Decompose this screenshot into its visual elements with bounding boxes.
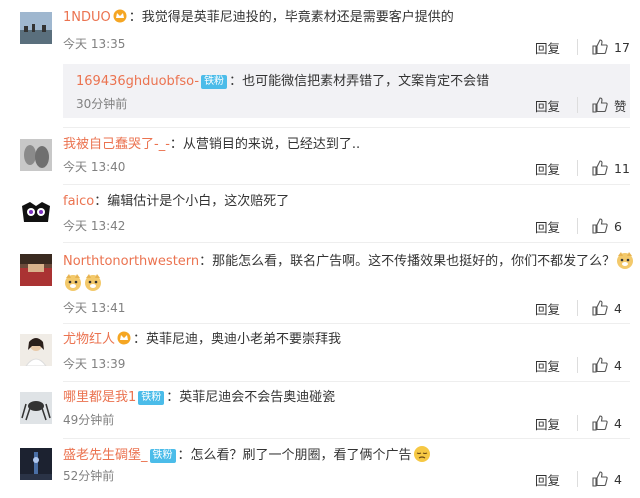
divider: [63, 184, 630, 185]
username-link[interactable]: 169436ghduobfso-: [76, 74, 199, 89]
doge-emoji-icon: [83, 272, 103, 292]
action-divider: [577, 218, 578, 234]
thumbs-up-icon: [592, 300, 608, 316]
doge-emoji-icon: [615, 250, 635, 270]
avatar[interactable]: [20, 392, 52, 424]
thumbs-up-icon: [592, 39, 608, 55]
divider: [63, 323, 630, 324]
reply-button[interactable]: 回复: [535, 217, 569, 236]
username-link[interactable]: Northtonorthwestern: [63, 254, 199, 269]
like-label: 赞: [614, 98, 627, 114]
like-button[interactable]: 11: [592, 160, 630, 176]
reply-button[interactable]: 回复: [535, 470, 569, 489]
like-count: 4: [614, 415, 622, 431]
comment-text: 那能怎么看，联名广告啊。这不传播效果也挺好的，你们不都发了么？: [212, 254, 616, 269]
separator: ：: [128, 10, 142, 25]
separator: ：: [169, 137, 183, 152]
comment-text: 编辑估计是个小白，这次赔死了: [107, 194, 290, 209]
avatar[interactable]: [20, 139, 52, 171]
divider: [63, 242, 630, 243]
reply-button[interactable]: 回复: [535, 96, 569, 115]
separator: ：: [133, 332, 147, 347]
avatar[interactable]: [20, 12, 52, 44]
username-link[interactable]: 哪里都是我1: [63, 390, 136, 405]
thumbs-up-icon: [592, 160, 608, 176]
action-divider: [577, 300, 578, 316]
thumbs-up-icon: [592, 415, 608, 431]
avatar[interactable]: [20, 334, 52, 366]
vip-crown-icon: [116, 331, 133, 345]
doge-emoji-icon: [63, 272, 83, 292]
separator: ：: [199, 254, 213, 269]
action-divider: [577, 97, 578, 113]
divider: [63, 438, 630, 439]
separator: ：: [229, 74, 243, 89]
avatar[interactable]: [20, 448, 52, 480]
reply-button[interactable]: 回复: [535, 299, 569, 318]
like-button[interactable]: 4: [592, 471, 630, 487]
separator: ：: [94, 194, 108, 209]
sleepy-emoji-icon: [412, 444, 432, 464]
reply-button[interactable]: 回复: [535, 159, 569, 178]
like-count: 6: [614, 218, 622, 234]
username-link[interactable]: 1NDUO: [63, 10, 111, 25]
thumbs-up-icon: [592, 97, 608, 113]
like-count: 11: [614, 160, 630, 176]
reply-button[interactable]: 回复: [535, 356, 569, 375]
username-link[interactable]: faico: [63, 194, 94, 209]
vip-crown-icon: [112, 9, 129, 23]
username-link[interactable]: 盛老先生碉堡_: [63, 448, 148, 463]
fan-badge: 铁粉: [149, 449, 176, 463]
avatar[interactable]: [20, 254, 52, 286]
thumbs-up-icon: [592, 471, 608, 487]
like-count: 4: [614, 357, 622, 373]
username-link[interactable]: 我被自己蠢哭了-_-: [63, 137, 170, 152]
sub-reply-box: 169436ghduobfso- 铁粉 ：也可能微信把素材弄错了，文案肯定不会错 3…: [63, 64, 630, 118]
divider: [63, 127, 630, 128]
thumbs-up-icon: [592, 357, 608, 373]
fan-badge: 铁粉: [201, 75, 228, 89]
action-divider: [577, 39, 578, 55]
comment-text: 英菲尼迪，奥迪小老弟不要崇拜我: [146, 332, 342, 347]
emoji-row: [63, 272, 630, 292]
fan-badge: 铁粉: [138, 391, 165, 405]
separator: ：: [166, 390, 180, 405]
thumbs-up-icon: [592, 218, 608, 234]
comment-text: 我觉得是英菲尼迪投的，毕竟素材还是需要客户提供的: [141, 10, 454, 25]
action-divider: [577, 415, 578, 431]
reply-button[interactable]: 回复: [535, 414, 569, 433]
like-button[interactable]: 17: [592, 39, 630, 55]
like-button[interactable]: 4: [592, 357, 630, 373]
like-button[interactable]: 4: [592, 300, 630, 316]
comment-text: 从营销目的来说，已经达到了..: [182, 137, 361, 152]
avatar[interactable]: [20, 196, 52, 228]
like-count: 4: [614, 300, 622, 316]
like-count: 4: [614, 471, 622, 487]
reply-button[interactable]: 回复: [535, 38, 569, 57]
action-divider: [577, 160, 578, 176]
action-divider: [577, 471, 578, 487]
comment-text: 也可能微信把素材弄错了，文案肯定不会错: [242, 74, 490, 89]
like-count: 17: [614, 39, 630, 55]
like-button[interactable]: 6: [592, 218, 630, 234]
like-button[interactable]: 赞: [592, 96, 630, 115]
comment-text: 英菲尼迪会不会告奥迪碰瓷: [179, 390, 336, 405]
action-divider: [577, 357, 578, 373]
username-link[interactable]: 尤物红人: [63, 332, 115, 347]
separator: ：: [177, 448, 191, 463]
divider: [63, 381, 630, 382]
like-button[interactable]: 4: [592, 415, 630, 431]
comment-text: 怎么看？刷了一个朋圈，看了俩个广告: [190, 448, 412, 463]
